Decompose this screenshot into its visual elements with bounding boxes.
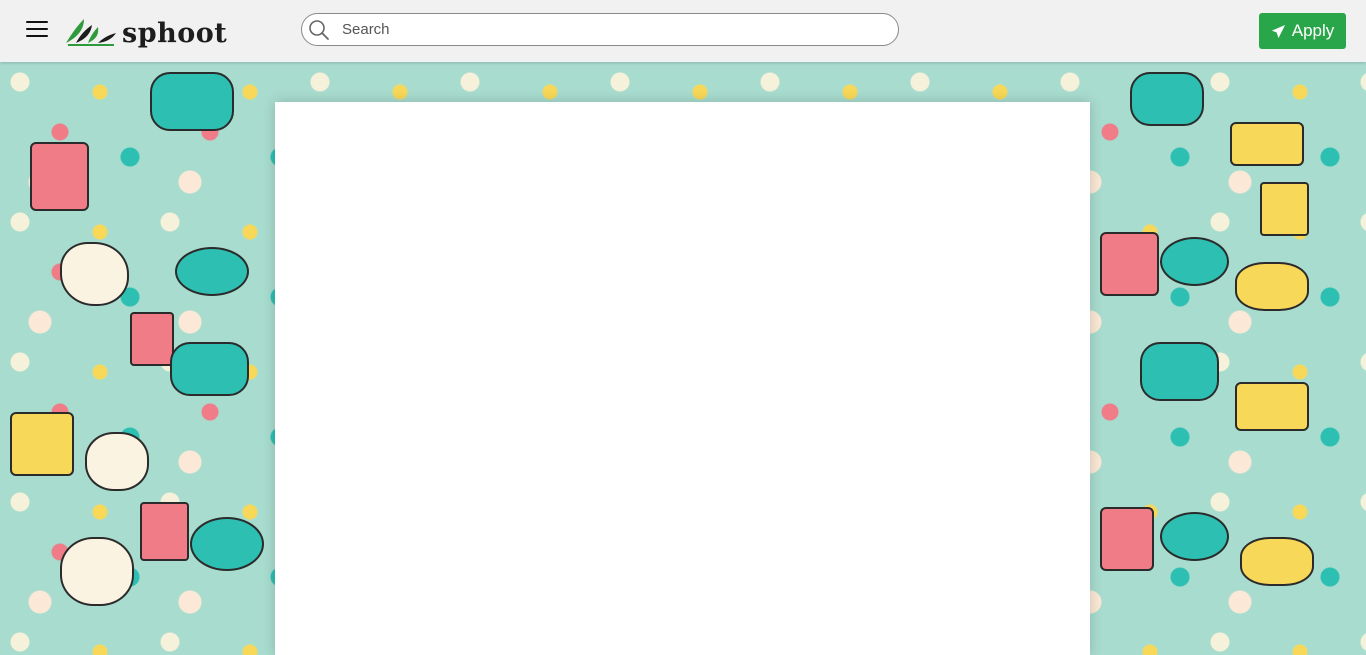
logo[interactable]: sphoot bbox=[64, 12, 227, 50]
search-input[interactable] bbox=[342, 14, 882, 45]
doodle-shape bbox=[140, 502, 189, 561]
paper-plane-icon bbox=[1271, 24, 1285, 38]
doodle-shape bbox=[85, 432, 149, 491]
doodle-shape bbox=[170, 342, 249, 396]
doodle-shape bbox=[1235, 262, 1309, 311]
doodle-shape bbox=[1160, 512, 1229, 561]
doodle-shape bbox=[175, 247, 249, 296]
logo-text: sphoot bbox=[122, 17, 228, 49]
doodle-shape bbox=[1260, 182, 1309, 236]
doodle-shape bbox=[150, 72, 234, 131]
doodle-shape bbox=[1140, 342, 1219, 401]
doodle-shape bbox=[10, 412, 74, 476]
doodle-shape bbox=[190, 517, 264, 571]
doodle-shape bbox=[1160, 237, 1229, 286]
apply-button-label: Apply bbox=[1291, 21, 1335, 40]
top-navbar: sphoot Apply bbox=[0, 0, 1366, 62]
doodle-shape bbox=[1235, 382, 1309, 431]
leaf-logo-icon bbox=[66, 19, 116, 46]
doodle-shape bbox=[1130, 72, 1204, 126]
doodle-shape bbox=[1240, 537, 1314, 586]
apply-button[interactable]: Apply bbox=[1259, 13, 1346, 49]
search-icon bbox=[309, 20, 329, 40]
doodle-shape bbox=[1230, 122, 1304, 166]
doodle-shape bbox=[1100, 507, 1154, 571]
doodle-shape bbox=[30, 142, 89, 211]
hamburger-menu-icon[interactable] bbox=[26, 21, 48, 39]
main-content-panel bbox=[275, 102, 1090, 655]
doodle-shape bbox=[60, 242, 129, 306]
doodle-shape bbox=[1100, 232, 1159, 296]
doodle-shape bbox=[60, 537, 134, 606]
search-box bbox=[301, 13, 899, 46]
doodle-shape bbox=[130, 312, 174, 366]
